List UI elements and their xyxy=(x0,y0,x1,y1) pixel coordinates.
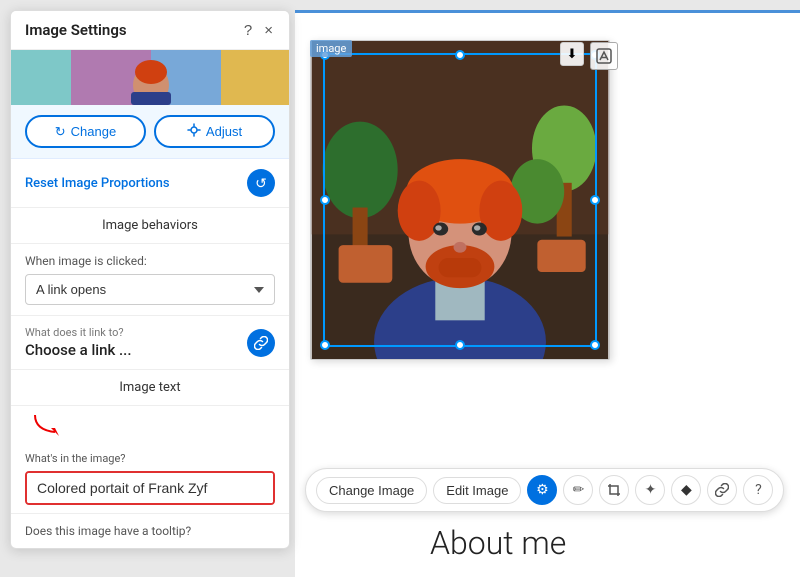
help-icon-button[interactable]: ? xyxy=(743,475,773,505)
link-icon-button[interactable] xyxy=(707,475,737,505)
change-icon: ↻ xyxy=(55,124,66,140)
adjust-icon xyxy=(187,123,201,140)
tag-icon-button[interactable]: ◆ xyxy=(671,475,701,505)
crop-icon-button[interactable] xyxy=(599,475,629,505)
adjust-label: Adjust xyxy=(206,124,242,139)
close-panel-icon[interactable]: × xyxy=(262,22,275,39)
image-preview-strip xyxy=(11,50,289,105)
download-icon[interactable]: ⬇ xyxy=(560,42,584,66)
change-button[interactable]: ↻ Change xyxy=(25,115,146,148)
image-text-section: Image text xyxy=(11,370,289,406)
help-panel-icon[interactable]: ? xyxy=(242,22,254,39)
panel-header-icons: ? × xyxy=(242,22,275,39)
wand-icon-button[interactable]: ✦ xyxy=(635,475,665,505)
whats-in-input-wrapper xyxy=(25,471,275,505)
when-clicked-section: When image is clicked: A link opens Noth… xyxy=(11,244,289,316)
whats-in-label: What's in the image? xyxy=(25,452,275,465)
link-value[interactable]: Choose a link ... xyxy=(25,341,247,359)
tooltip-section: Does this image have a tooltip? xyxy=(11,514,289,548)
whats-in-input[interactable] xyxy=(27,473,273,503)
edit-corner-icon[interactable] xyxy=(590,42,618,70)
when-clicked-label: When image is clicked: xyxy=(25,254,275,268)
image-frame[interactable] xyxy=(310,40,610,360)
image-behaviors-section: Image behaviors xyxy=(11,208,289,244)
link-sublabel: What does it link to? xyxy=(25,326,247,339)
image-label: image xyxy=(310,40,352,57)
panel-buttons-row: ↻ Change Adjust xyxy=(11,105,289,159)
click-behavior-select[interactable]: A link opens Nothing Zoom in Full screen xyxy=(25,274,275,305)
tooltip-label: Does this image have a tooltip? xyxy=(25,524,275,538)
edit-image-button[interactable]: Edit Image xyxy=(433,477,521,504)
link-section: What does it link to? Choose a link ... xyxy=(11,316,289,370)
reset-section: Reset Image Proportions ↺ xyxy=(11,159,289,208)
change-image-button[interactable]: Change Image xyxy=(316,477,427,504)
settings-icon-button[interactable]: ⚙ xyxy=(527,475,557,505)
about-me-text: About me xyxy=(430,524,566,562)
page-top-border xyxy=(295,10,800,13)
adjust-button[interactable]: Adjust xyxy=(154,115,275,148)
bottom-toolbar: Change Image Edit Image ⚙ ✏ ✦ ◆ ? xyxy=(305,468,784,512)
link-left: What does it link to? Choose a link ... xyxy=(25,326,247,359)
whats-in-section: What's in the image? xyxy=(11,444,289,514)
panel-title: Image Settings xyxy=(25,21,127,39)
change-label: Change xyxy=(71,124,117,139)
reset-button[interactable]: ↺ xyxy=(247,169,275,197)
link-icon-button-panel[interactable] xyxy=(247,329,275,357)
arrow-container xyxy=(11,406,289,444)
panel-header: Image Settings ? × xyxy=(11,11,289,50)
settings-panel: Image Settings ? × ↻ Change xyxy=(10,10,290,549)
reset-label[interactable]: Reset Image Proportions xyxy=(25,176,170,191)
pencil-icon-button[interactable]: ✏ xyxy=(563,475,593,505)
